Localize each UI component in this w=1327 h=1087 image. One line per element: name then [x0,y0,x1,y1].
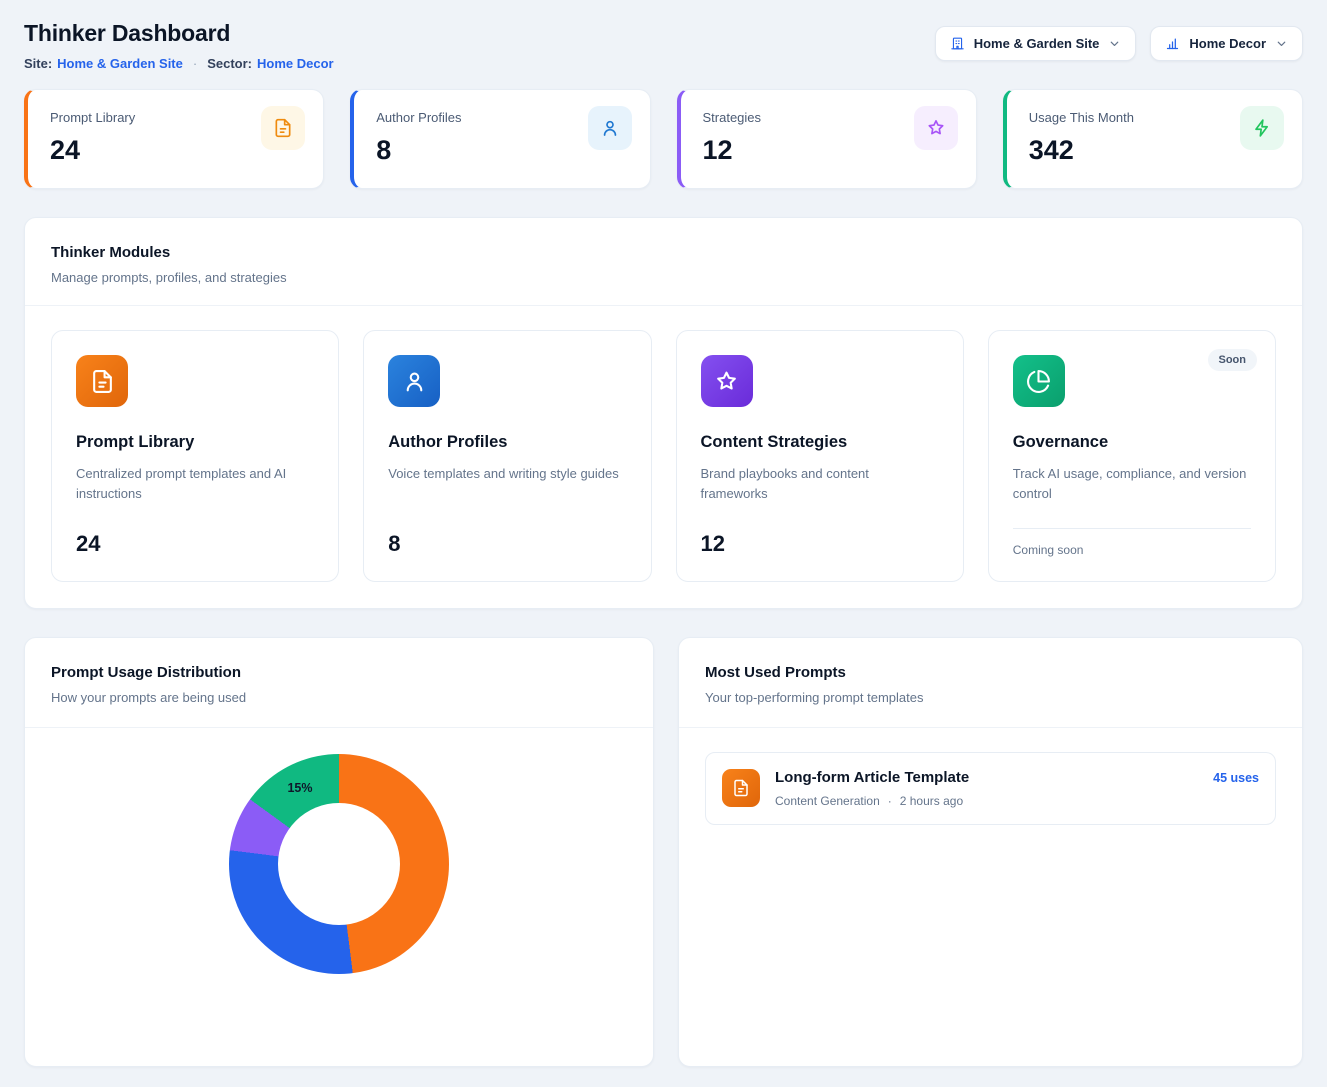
module-card-prompt-library[interactable]: Prompt Library Centralized prompt templa… [51,330,339,582]
document-icon [722,769,760,807]
sparkle-star-icon [701,355,753,407]
breadcrumb-separator: · [193,56,197,71]
stat-card-prompt-library: Prompt Library 24 [24,89,324,189]
usage-chart-area: 15% [25,728,653,1058]
module-card-author-profiles[interactable]: Author Profiles Voice templates and writ… [363,330,651,582]
module-count: 24 [76,531,314,557]
bar-chart-icon [1165,36,1180,51]
prompt-item-time: 2 hours ago [900,794,963,808]
site-label: Site: [24,56,52,71]
module-description: Voice templates and writing style guides [388,464,626,484]
chart-title: Prompt Usage Distribution [51,664,627,681]
module-title: Governance [1013,433,1251,452]
chevron-down-icon [1275,37,1288,50]
module-count: 8 [388,531,626,557]
prompt-item-title: Long-form Article Template [775,769,969,786]
thinker-modules-panel: Thinker Modules Manage prompts, profiles… [24,217,1303,609]
chevron-down-icon [1108,37,1121,50]
module-description: Track AI usage, compliance, and version … [1013,464,1251,504]
chart-card-header: Prompt Usage Distribution How your promp… [25,638,653,728]
breadcrumb: Site: Home & Garden Site · Sector: Home … [24,56,334,71]
bottom-row: Prompt Usage Distribution How your promp… [24,637,1303,1067]
site-link[interactable]: Home & Garden Site [57,56,183,71]
site-selector-dropdown[interactable]: Home & Garden Site [935,26,1137,61]
sector-selector-dropdown[interactable]: Home Decor [1150,26,1303,61]
prompt-item-category: Content Generation [775,794,880,808]
page-header: Thinker Dashboard Site: Home & Garden Si… [24,20,1303,71]
donut-slice-label: 15% [278,781,322,795]
prompt-item-meta: Content Generation · 2 hours ago [775,794,969,808]
prompt-item-body: Long-form Article Template Content Gener… [775,769,969,808]
user-icon [388,355,440,407]
modules-grid: Prompt Library Centralized prompt templa… [25,306,1302,608]
module-title: Content Strategies [701,433,939,452]
prompt-item-uses: 45 uses [1213,769,1259,785]
prompt-list-item[interactable]: Long-form Article Template Content Gener… [705,752,1276,825]
module-description: Brand playbooks and content frameworks [701,464,939,504]
soon-badge: Soon [1208,349,1258,371]
header-left: Thinker Dashboard Site: Home & Garden Si… [24,20,334,71]
module-card-governance: Soon Governance Track AI usage, complian… [988,330,1276,582]
document-icon [76,355,128,407]
module-description: Centralized prompt templates and AI inst… [76,464,314,504]
header-toolbar: Home & Garden Site Home Decor [935,26,1303,61]
usage-donut: 15% [229,754,449,974]
sector-selector-label: Home Decor [1189,36,1266,51]
module-title: Author Profiles [388,433,626,452]
coming-soon-text: Coming soon [1013,528,1251,557]
panel-header: Thinker Modules Manage prompts, profiles… [25,218,1302,306]
stat-card-usage: Usage This Month 342 [1003,89,1303,189]
sector-label: Sector: [207,56,252,71]
panel-subtitle: Manage prompts, profiles, and strategies [51,270,1276,285]
prompt-list: Long-form Article Template Content Gener… [679,728,1302,849]
pie-chart-icon [1013,355,1065,407]
list-subtitle: Your top-performing prompt templates [705,690,1276,705]
most-used-prompts-card: Most Used Prompts Your top-performing pr… [678,637,1303,1067]
list-title: Most Used Prompts [705,664,1276,681]
dashboard-page: Thinker Dashboard Site: Home & Garden Si… [0,0,1327,1087]
module-count: 12 [701,531,939,557]
chart-subtitle: How your prompts are being used [51,690,627,705]
stats-row: Prompt Library 24 Author Profiles 8 Stra… [24,89,1303,189]
building-icon [950,36,965,51]
module-card-content-strategies[interactable]: Content Strategies Brand playbooks and c… [676,330,964,582]
site-selector-label: Home & Garden Site [974,36,1100,51]
document-icon [261,106,305,150]
list-card-header: Most Used Prompts Your top-performing pr… [679,638,1302,728]
module-title: Prompt Library [76,433,314,452]
user-icon [588,106,632,150]
stat-card-author-profiles: Author Profiles 8 [350,89,650,189]
sparkle-star-icon [914,106,958,150]
panel-title: Thinker Modules [51,244,1276,261]
stat-card-strategies: Strategies 12 [677,89,977,189]
sector-link[interactable]: Home Decor [257,56,334,71]
meta-separator: · [888,794,892,808]
usage-distribution-card: Prompt Usage Distribution How your promp… [24,637,654,1067]
lightning-icon [1240,106,1284,150]
page-title: Thinker Dashboard [24,20,334,47]
